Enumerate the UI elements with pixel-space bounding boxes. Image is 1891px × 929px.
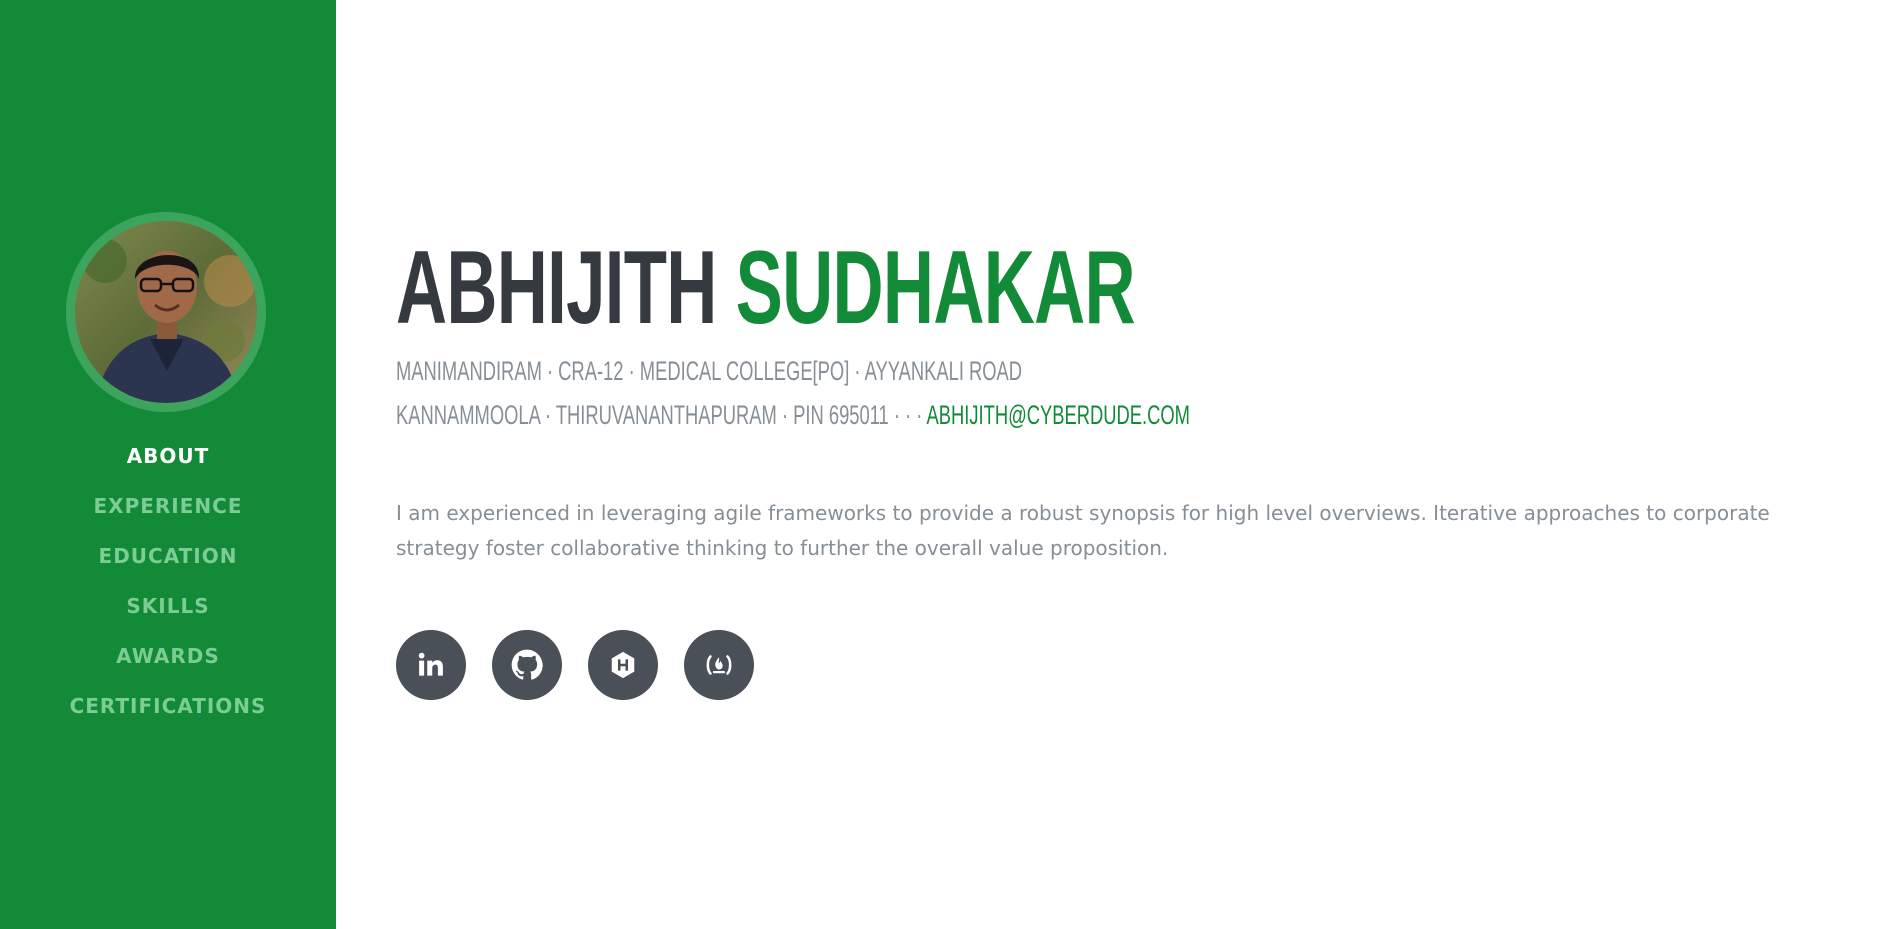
sidebar-nav: ABOUT EXPERIENCE EDUCATION SKILLS AWARDS… bbox=[0, 437, 336, 737]
linkedin-link[interactable] bbox=[396, 630, 466, 700]
nav-item-about[interactable]: ABOUT bbox=[0, 437, 336, 487]
github-icon bbox=[511, 649, 543, 680]
social-icons bbox=[396, 630, 754, 700]
nav-item-education[interactable]: EDUCATION bbox=[0, 537, 336, 587]
profile-photo bbox=[75, 221, 257, 403]
freecodecamp-link[interactable] bbox=[684, 630, 754, 700]
nav-item-awards[interactable]: AWARDS bbox=[0, 637, 336, 687]
last-name: SUDHAKAR bbox=[735, 230, 1136, 346]
nav-item-experience[interactable]: EXPERIENCE bbox=[0, 487, 336, 537]
freecodecamp-icon bbox=[706, 655, 732, 675]
linkedin-icon bbox=[418, 652, 443, 676]
address-line-2-text: KANNAMMOOLA · THIRUVANANTHAPURAM · PIN 6… bbox=[396, 400, 923, 430]
profile-summary: I am experienced in leveraging agile fra… bbox=[396, 501, 1770, 560]
profile-name: ABHIJITH SUDHAKAR bbox=[396, 236, 1136, 340]
nav-item-skills[interactable]: SKILLS bbox=[0, 587, 336, 637]
hackerrank-icon bbox=[611, 651, 635, 679]
address-line-1: MANIMANDIRAM · CRA-12 · MEDICAL COLLEGE[… bbox=[396, 356, 1022, 386]
address-line-2: KANNAMMOOLA · THIRUVANANTHAPURAM · PIN 6… bbox=[396, 400, 1190, 430]
address-line-1-text: MANIMANDIRAM · CRA-12 · MEDICAL COLLEGE[… bbox=[396, 356, 1023, 386]
email-link[interactable]: ABHIJITH@CYBERDUDE.COM bbox=[927, 400, 1190, 430]
first-name: ABHIJITH bbox=[396, 230, 717, 346]
hackerrank-link[interactable] bbox=[588, 630, 658, 700]
nav-item-certifications[interactable]: CERTIFICATIONS bbox=[0, 687, 336, 737]
profile-avatar-ring bbox=[66, 212, 266, 412]
profile-avatar bbox=[75, 221, 257, 403]
github-link[interactable] bbox=[492, 630, 562, 700]
sidebar: ABOUT EXPERIENCE EDUCATION SKILLS AWARDS… bbox=[0, 0, 336, 929]
